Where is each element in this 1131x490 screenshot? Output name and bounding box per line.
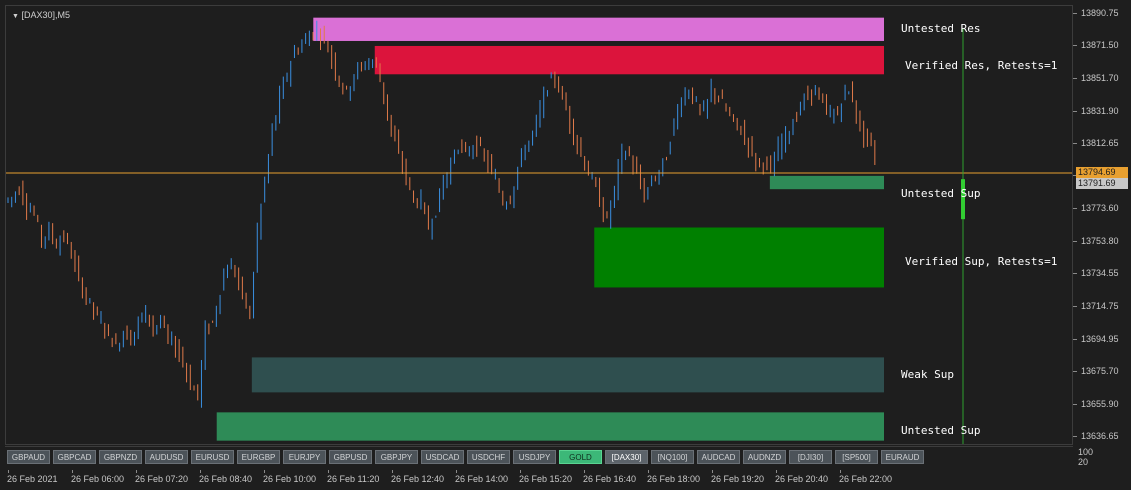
price-label: 13871.50 bbox=[1081, 40, 1119, 51]
current-price-tag: 13791.69 bbox=[1076, 178, 1128, 190]
zone-label-3: Verified Sup, Retests=1 bbox=[905, 255, 1058, 269]
price-label: 13773.60 bbox=[1081, 203, 1119, 214]
symbol-button-usdcad[interactable]: USDCAD bbox=[421, 450, 464, 464]
symbol-button-gbpnzd[interactable]: GBPNZD bbox=[99, 450, 142, 464]
symbol-button-usdchf[interactable]: USDCHF bbox=[467, 450, 510, 464]
price-label: 13636.65 bbox=[1081, 431, 1119, 442]
time-tick bbox=[456, 470, 457, 473]
indicator-scale-min: 20 bbox=[1078, 456, 1089, 467]
time-tick bbox=[520, 470, 521, 473]
time-tick bbox=[264, 470, 265, 473]
price-tick bbox=[1073, 436, 1077, 438]
symbol-button-audnzd[interactable]: AUDNZD bbox=[743, 450, 786, 464]
time-label: 26 Feb 10:00 bbox=[263, 474, 317, 484]
price-tick bbox=[1073, 339, 1077, 341]
symbol-bar: GBPAUD GBPCAD GBPNZD AUDUSD EURUSD EURGBP EURJ… bbox=[5, 446, 1073, 467]
price-tick bbox=[1073, 78, 1077, 80]
time-label: 26 Feb 16:40 bbox=[583, 474, 637, 484]
zone-label-5: Untested Sup bbox=[901, 423, 981, 437]
price-tick bbox=[1073, 273, 1077, 275]
time-label: 26 Feb 18:00 bbox=[647, 474, 701, 484]
price-label: 13655.90 bbox=[1081, 399, 1119, 410]
time-tick bbox=[584, 470, 585, 473]
price-axis: 13890.75 13871.50 13851.70 13831.90 13812.65… bbox=[1073, 5, 1131, 450]
time-tick bbox=[392, 470, 393, 473]
symbol-title-text: [DAX30],M5 bbox=[21, 10, 70, 20]
time-tick bbox=[8, 470, 9, 473]
zone-rect-5 bbox=[216, 412, 885, 441]
symbol-button-gbpjpy[interactable]: GBPJPY bbox=[375, 450, 418, 464]
time-tick bbox=[72, 470, 73, 473]
zone-label-2: Untested Sup bbox=[901, 186, 981, 200]
price-label: 13851.70 bbox=[1081, 73, 1119, 84]
symbol-button-audcad[interactable]: AUDCAD bbox=[697, 450, 740, 464]
indicator-scale: 100 20 bbox=[1078, 447, 1093, 467]
price-label: 13890.75 bbox=[1081, 8, 1119, 19]
symbol-title: ▼ [DAX30],M5 bbox=[12, 10, 70, 20]
symbol-button-sp500[interactable]: [SP500] bbox=[835, 450, 878, 464]
price-label: 13714.75 bbox=[1081, 301, 1119, 312]
zone-rect-0 bbox=[313, 17, 884, 41]
symbol-button-eurjpy[interactable]: EURJPY bbox=[283, 450, 326, 464]
time-tick bbox=[200, 470, 201, 473]
chevron-down-icon[interactable]: ▼ bbox=[12, 13, 19, 20]
symbol-button-euraud[interactable]: EURAUD bbox=[881, 450, 924, 464]
time-label: 26 Feb 06:00 bbox=[71, 474, 125, 484]
price-tick bbox=[1073, 143, 1077, 145]
price-tick bbox=[1073, 404, 1077, 406]
zone-label-1: Verified Res, Retests=1 bbox=[905, 59, 1058, 73]
price-label: 13675.70 bbox=[1081, 366, 1119, 377]
price-tick bbox=[1073, 45, 1077, 47]
time-tick bbox=[328, 470, 329, 473]
symbol-button-dax30[interactable]: [DAX30] bbox=[605, 450, 648, 464]
price-tick bbox=[1073, 208, 1077, 210]
symbol-button-gbpcad[interactable]: GBPCAD bbox=[53, 450, 96, 464]
price-tick bbox=[1073, 371, 1077, 373]
symbol-button-gbpaud[interactable]: GBPAUD bbox=[7, 450, 50, 464]
time-tick bbox=[840, 470, 841, 473]
symbol-button-gold[interactable]: GOLD bbox=[559, 450, 602, 464]
price-tick bbox=[1073, 111, 1077, 113]
time-label: 26 Feb 22:00 bbox=[839, 474, 893, 484]
symbol-button-audusd[interactable]: AUDUSD bbox=[145, 450, 188, 464]
symbol-button-gbpusd[interactable]: GBPUSD bbox=[329, 450, 372, 464]
price-label: 13753.80 bbox=[1081, 236, 1119, 247]
time-tick bbox=[136, 470, 137, 473]
price-tick bbox=[1073, 306, 1077, 308]
time-tick bbox=[712, 470, 713, 473]
zone-rect-2 bbox=[769, 175, 884, 190]
symbol-button-nq100[interactable]: [NQ100] bbox=[651, 450, 694, 464]
price-tick bbox=[1073, 13, 1077, 15]
ask-price-tag: 13794.69 bbox=[1076, 167, 1128, 179]
time-label: 26 Feb 2021 bbox=[7, 474, 58, 484]
time-label: 26 Feb 11:20 bbox=[327, 474, 380, 484]
zone-label-4: Weak Sup bbox=[901, 367, 954, 381]
price-label: 13831.90 bbox=[1081, 106, 1119, 117]
zone-rect-4 bbox=[251, 357, 885, 393]
price-label: 13734.55 bbox=[1081, 268, 1119, 279]
time-tick bbox=[776, 470, 777, 473]
time-label: 26 Feb 08:40 bbox=[199, 474, 253, 484]
time-label: 26 Feb 15:20 bbox=[519, 474, 573, 484]
price-label: 13694.95 bbox=[1081, 334, 1119, 345]
symbol-button-usdjpy[interactable]: USDJPY bbox=[513, 450, 556, 464]
time-axis: 26 Feb 2021 26 Feb 06:00 26 Feb 07:20 26 Fe… bbox=[5, 470, 1073, 490]
zone-rect-3 bbox=[594, 227, 884, 288]
zone-rect-1 bbox=[374, 45, 884, 75]
zone-label-0: Untested Res bbox=[901, 22, 981, 36]
time-label: 26 Feb 20:40 bbox=[775, 474, 829, 484]
symbol-button-eurgbp[interactable]: EURGBP bbox=[237, 450, 280, 464]
time-label: 26 Feb 19:20 bbox=[711, 474, 765, 484]
price-tick bbox=[1073, 241, 1077, 243]
symbol-button-dji30[interactable]: [DJI30] bbox=[789, 450, 832, 464]
time-tick bbox=[648, 470, 649, 473]
time-label: 26 Feb 14:00 bbox=[455, 474, 509, 484]
chart-area[interactable]: ▼ [DAX30],M5 Untested Res Verified Res, R… bbox=[5, 5, 1073, 445]
time-label: 26 Feb 12:40 bbox=[391, 474, 445, 484]
price-label: 13812.65 bbox=[1081, 138, 1119, 149]
time-label: 26 Feb 07:20 bbox=[135, 474, 189, 484]
symbol-button-eurusd[interactable]: EURUSD bbox=[191, 450, 234, 464]
